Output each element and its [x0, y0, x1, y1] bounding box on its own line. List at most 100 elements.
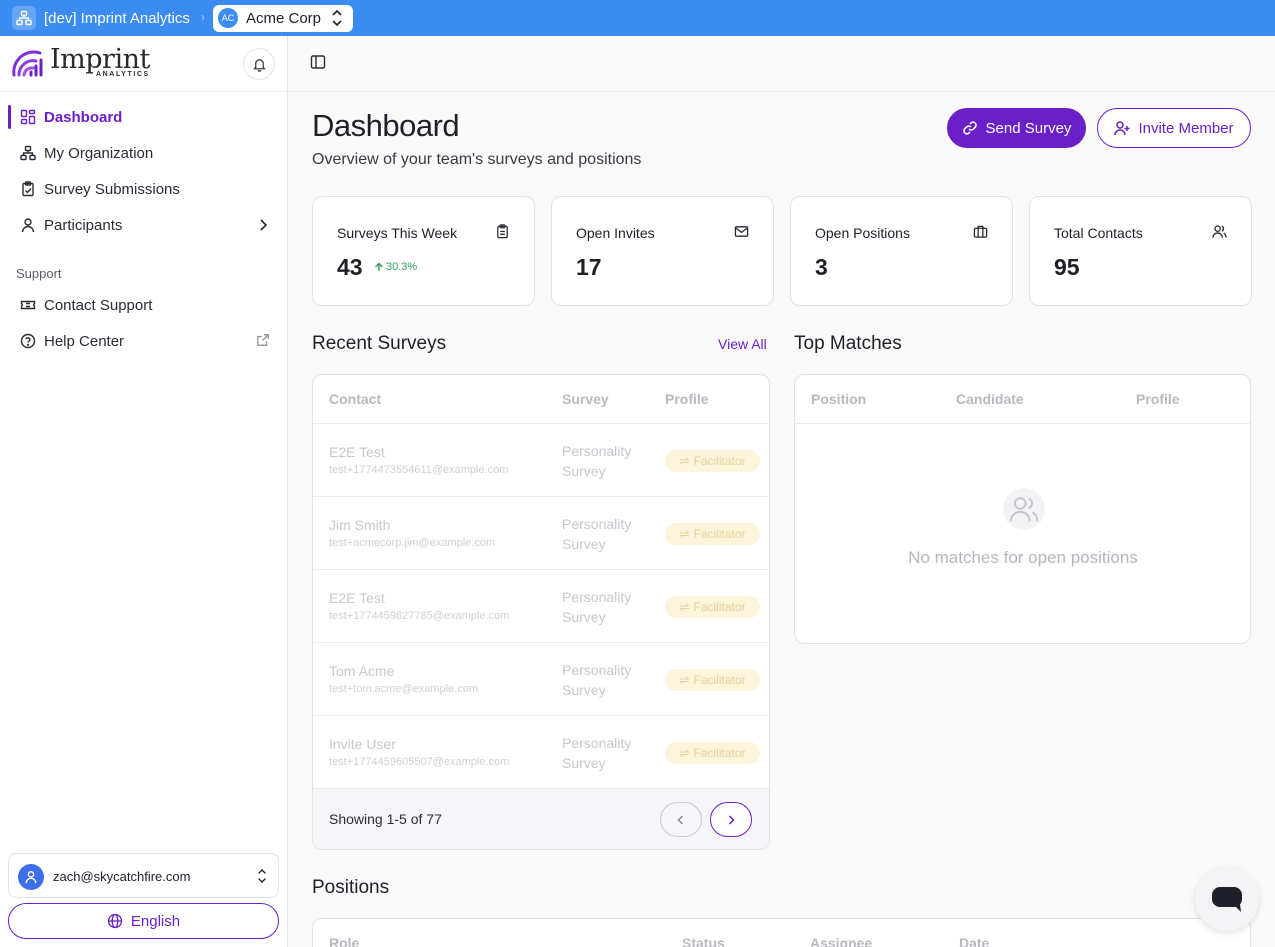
profile-badge: ⇌ Facilitator [665, 742, 760, 764]
stat-card-open-invites: Open Invites 17 [551, 196, 774, 306]
environment-bar: [dev] Imprint Analytics › AC Acme Corp [0, 0, 1275, 36]
next-page-button[interactable] [710, 802, 752, 837]
nav-item-survey-submissions[interactable]: Survey Submissions [8, 174, 280, 204]
link-icon: ⇌ [679, 600, 690, 614]
link-icon: ⇌ [679, 746, 690, 760]
contact-name: E2E Test [329, 444, 385, 460]
user-icon [21, 218, 35, 233]
stat-trend-value: 30.3% [386, 261, 418, 273]
org-name: Acme Corp [246, 10, 322, 27]
recent-surveys-table: Contact Survey Profile E2E Test test+177… [312, 374, 770, 850]
page-title: Dashboard [312, 108, 460, 143]
table-row[interactable]: Invite User test+1774459605507@example.c… [313, 715, 769, 788]
stat-card-open-positions: Open Positions 3 [790, 196, 1013, 306]
column-header-assignee: Assignee [810, 935, 873, 947]
nav-item-participants[interactable]: Participants [8, 210, 280, 240]
column-header-candidate: Candidate [956, 391, 1024, 407]
contact-name: Jim Smith [329, 517, 391, 533]
user-account-switcher[interactable]: zach@skycatchfire.com [8, 853, 279, 898]
help-circle-icon [20, 333, 36, 349]
profile-badge: ⇌ Facilitator [665, 596, 760, 618]
stat-label: Open Positions [815, 225, 910, 241]
table-row[interactable]: Jim Smith test+acmecorp.jim@example.com … [313, 496, 769, 569]
nav-label: Help Center [44, 333, 125, 350]
users-icon [1003, 488, 1045, 530]
column-header-contact: Contact [329, 391, 382, 407]
chat-widget-button[interactable] [1195, 867, 1259, 931]
nav-item-contact-support[interactable]: Contact Support [8, 290, 280, 320]
top-matches-title: Top Matches [794, 333, 902, 354]
language-label: English [130, 912, 181, 930]
language-selector[interactable]: English [8, 903, 279, 939]
imprint-logo-icon [12, 50, 43, 77]
pagination-summary: Showing 1-5 of 77 [329, 811, 442, 827]
survey-name: Personality Survey [562, 735, 632, 771]
contact-email: test+tom.acme@example.com [329, 683, 479, 695]
table-row[interactable]: E2E Test test+1774459827785@example.com … [313, 569, 769, 642]
stat-label: Total Contacts [1054, 225, 1143, 241]
survey-name: Personality Survey [562, 589, 632, 625]
nav-item-my-organization[interactable]: My Organization [8, 138, 280, 168]
contact-name: Invite User [329, 736, 396, 752]
chevrons-up-down-icon [258, 869, 266, 883]
org-tree-icon [12, 6, 36, 30]
user-plus-icon [1114, 121, 1130, 136]
org-tree-icon [20, 145, 36, 161]
positions-title: Positions [312, 877, 390, 898]
nav-label: Contact Support [44, 297, 153, 314]
nav-item-dashboard[interactable]: Dashboard [8, 102, 280, 132]
brand-header: Imprint ANALYTICS [0, 36, 287, 92]
invite-member-button[interactable]: Invite Member [1097, 108, 1251, 148]
contact-name: E2E Test [329, 590, 385, 606]
profile-label: Facilitator [693, 454, 746, 468]
table-row[interactable]: E2E Test test+1774473554611@example.com … [313, 423, 769, 496]
stat-value: 95 [1054, 254, 1080, 280]
user-email: zach@skycatchfire.com [53, 869, 191, 884]
contact-email: test+1774459605507@example.com [329, 756, 510, 768]
stat-label: Open Invites [576, 225, 655, 241]
ticket-icon [20, 300, 36, 310]
link-icon [962, 121, 977, 135]
column-header-profile: Profile [665, 391, 709, 407]
avatar [18, 864, 44, 890]
survey-name: Personality Survey [562, 662, 632, 698]
nav-item-help-center[interactable]: Help Center [8, 326, 280, 356]
link-icon: ⇌ [679, 527, 690, 541]
arrow-up-icon [375, 262, 383, 271]
positions-table: Role Status Assignee Date [312, 918, 1251, 947]
nav-label: Participants [44, 217, 123, 234]
nav-label: Dashboard [44, 109, 123, 126]
separator-icon: › [201, 10, 205, 24]
send-survey-button[interactable]: Send Survey [947, 108, 1086, 148]
view-all-link[interactable]: View All [718, 336, 767, 352]
main-header [288, 36, 1275, 92]
profile-badge: ⇌ Facilitator [665, 523, 760, 545]
chevron-left-icon [677, 814, 684, 825]
profile-label: Facilitator [693, 527, 746, 541]
profile-label: Facilitator [693, 600, 746, 614]
users-icon [1212, 225, 1227, 238]
profile-badge: ⇌ Facilitator [665, 450, 760, 472]
nav-label: My Organization [44, 145, 154, 162]
stat-value: 17 [576, 254, 602, 280]
chat-bubble-icon [1212, 887, 1242, 912]
invite-member-label: Invite Member [1138, 119, 1234, 137]
contact-email: test+1774459827785@example.com [329, 610, 510, 622]
column-header-position: Position [811, 391, 867, 407]
column-header-profile: Profile [1136, 391, 1180, 407]
briefcase-icon [973, 225, 988, 238]
notifications-button[interactable] [243, 48, 275, 80]
nav-label: Survey Submissions [44, 181, 180, 198]
link-icon: ⇌ [679, 454, 690, 468]
stat-value: 3 [815, 254, 828, 280]
previous-page-button[interactable] [660, 802, 702, 837]
chevron-right-icon [260, 219, 268, 231]
send-survey-label: Send Survey [985, 119, 1072, 137]
stat-card-surveys-this-week: Surveys This Week 43 30.3% [312, 196, 535, 306]
organization-switcher[interactable]: AC Acme Corp [213, 5, 353, 32]
sidebar-toggle-icon[interactable] [310, 54, 326, 70]
user-icon [25, 871, 37, 884]
column-header-survey: Survey [562, 391, 609, 407]
org-avatar: AC [218, 8, 238, 28]
table-row[interactable]: Tom Acme test+tom.acme@example.com Perso… [313, 642, 769, 715]
